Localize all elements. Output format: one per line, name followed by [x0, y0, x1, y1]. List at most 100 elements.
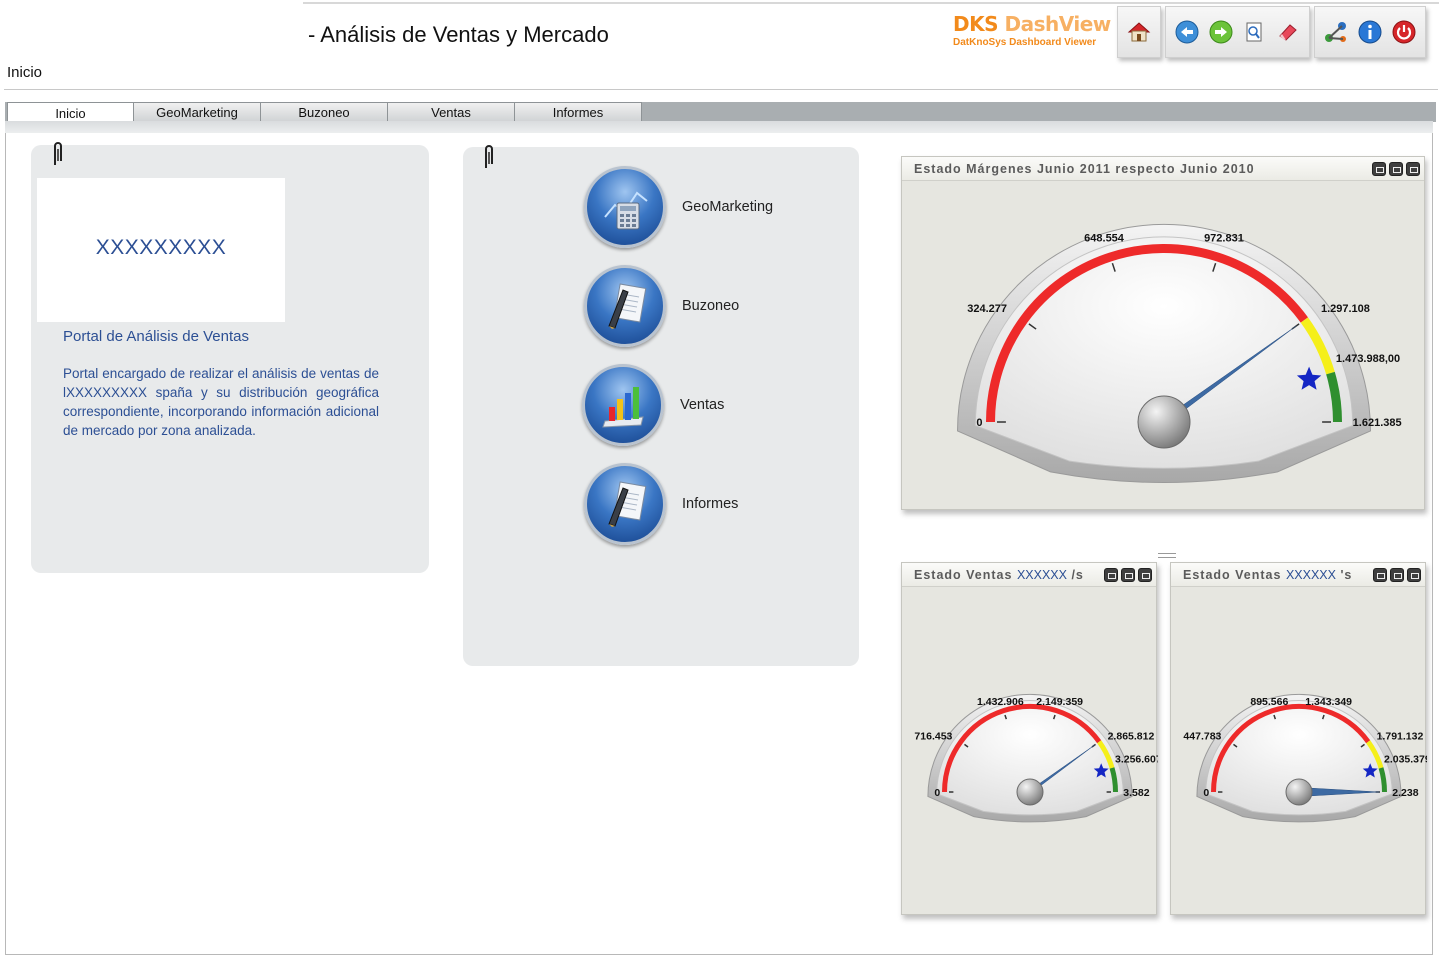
menu-label-geomarketing: GeoMarketing [682, 199, 774, 215]
panel-splitter-handle[interactable] [1158, 553, 1176, 558]
menu-item-geomarketing[interactable]: GeoMarketing [584, 166, 773, 248]
widget-maximize-button[interactable] [1407, 568, 1421, 582]
gauge-hub [1137, 395, 1191, 449]
eraser-button[interactable] [1273, 17, 1303, 47]
share-button[interactable] [1321, 17, 1351, 47]
header-divider [4, 89, 1438, 90]
gauge-hub [1285, 778, 1313, 806]
portal-title: Portal de Análisis de Ventas [63, 328, 249, 345]
calculator-chart-icon [604, 191, 648, 230]
menu-label-ventas: Ventas [680, 397, 725, 413]
ventas-orb [582, 364, 664, 446]
zoom-page-icon [1246, 22, 1262, 42]
menu-item-ventas[interactable]: Ventas [582, 364, 724, 446]
tab-geomarketing[interactable]: GeoMarketing [133, 102, 261, 122]
share-icon [1325, 22, 1346, 42]
brand-name: DKS DashView [953, 12, 1111, 36]
gauge-tick-label: 447.783 [1183, 731, 1221, 743]
bar-chart-icon [602, 387, 644, 428]
brand-logo: DKS DashView DatKnoSys Dashboard Viewer [953, 12, 1111, 48]
gauge-tick-label: 1.473.988,00 [1336, 353, 1400, 365]
widget-title-masked: XXXXXX [1016, 568, 1067, 582]
tab-ventas[interactable]: Ventas [387, 102, 515, 122]
eraser-icon [1279, 24, 1297, 41]
power-button[interactable] [1389, 17, 1419, 47]
header-top-border [303, 2, 1439, 4]
power-icon [1392, 20, 1416, 44]
widget-maximize-button[interactable] [1138, 568, 1152, 582]
gauge-tick-label: 1.621.385 [1353, 417, 1402, 429]
gauge-tick-label: 1.343.349 [1305, 696, 1352, 708]
home-button[interactable] [1124, 17, 1154, 47]
brand-name-a: DKS [953, 12, 1005, 36]
gauge-widget-margenes: Estado Márgenes Junio 2011 respecto Juni… [901, 156, 1425, 510]
back-icon [1175, 20, 1199, 44]
document-pen-icon [608, 283, 647, 329]
gauge-tick-label: 972.831 [1204, 232, 1244, 244]
gauge-chart: 0 447.783 895.566 1.343.349 1.791.132 2.035.3… [1183, 693, 1427, 823]
gauge-tick-label: 324.277 [967, 303, 1007, 315]
gauge-tick-label: 1.297.108 [1321, 303, 1370, 315]
tab-bar: Inicio GeoMarketing Buzoneo Ventas Infor… [5, 102, 1436, 123]
gauge-tick-label: 1.432.906 [977, 696, 1024, 708]
widget-refresh-button[interactable] [1104, 568, 1118, 582]
toolbar-home-group [1117, 6, 1161, 58]
widget-maximize-button[interactable] [1406, 162, 1420, 176]
brand-subtitle: DatKnoSys Dashboard Viewer [953, 37, 1097, 48]
menu-label-informes: Informes [682, 496, 739, 512]
widget-title: Estado Ventas XXXXXX /s [914, 568, 1084, 582]
toolbar-nav-group [1165, 6, 1310, 58]
widget-minimize-button[interactable] [1121, 568, 1135, 582]
tab-informes[interactable]: Informes [514, 102, 642, 122]
info-button[interactable] [1355, 17, 1385, 47]
gauge-tick-label: 2.149.359 [1036, 696, 1083, 708]
zoom-page-button[interactable] [1239, 17, 1269, 47]
gauge-tick-label: 716.453 [914, 731, 952, 743]
widget-minimize-button[interactable] [1390, 568, 1404, 582]
widget-title-text: Estado Márgenes Junio 2011 respecto Juni… [914, 162, 1255, 176]
widget-title-suffix: /s [1066, 568, 1084, 582]
informes-orb [584, 463, 666, 545]
forward-button[interactable] [1206, 17, 1236, 47]
info-icon [1358, 20, 1382, 44]
widget-header[interactable]: Estado Ventas XXXXXX 's [1171, 563, 1425, 587]
widget-title-masked: XXXXXX [1285, 568, 1336, 582]
widget-title: Estado Márgenes Junio 2011 respecto Juni… [914, 162, 1255, 176]
company-logo-box: XXXXXXXXX [37, 178, 285, 322]
toolbar-tools-group [1314, 6, 1426, 58]
gauge-tick-label: 0 [934, 787, 940, 799]
widget-controls [1372, 162, 1420, 176]
widget-header[interactable]: Estado Ventas XXXXXX /s [902, 563, 1156, 587]
widget-controls [1373, 568, 1421, 582]
forward-icon [1209, 20, 1233, 44]
tab-content-top-bevel [5, 121, 1433, 133]
brand-name-b: DashView [1004, 12, 1111, 36]
gauge-tick-label: 0 [1203, 787, 1209, 799]
widget-refresh-button[interactable] [1372, 162, 1386, 176]
tab-inicio[interactable]: Inicio [7, 102, 134, 123]
gauge-tick-label: 648.554 [1084, 232, 1125, 244]
paperclip-icon [54, 142, 62, 165]
gauge-chart: 0 716.453 1.432.906 2.149.359 2.865.812 3.256… [914, 693, 1158, 823]
widget-refresh-button[interactable] [1373, 568, 1387, 582]
gauge-tick-label: 3.256.607,0 [1115, 753, 1158, 765]
gauge-tick-label: 0 [976, 417, 982, 429]
back-button[interactable] [1172, 17, 1202, 47]
buzoneo-orb [584, 265, 666, 347]
gauge-tick-label: 3.582 [1123, 787, 1149, 799]
widget-controls [1104, 568, 1152, 582]
menu-item-informes[interactable]: Informes [584, 463, 738, 545]
tab-buzoneo[interactable]: Buzoneo [260, 102, 388, 122]
gauge-tick-label: 1.791.132 [1377, 731, 1424, 743]
gauge-tick-label: 2.865.812 [1108, 731, 1155, 743]
geomarketing-orb [584, 166, 666, 248]
widget-header[interactable]: Estado Márgenes Junio 2011 respecto Juni… [902, 157, 1424, 181]
gauge-chart: 0 324.277 648.554 972.831 1.297.108 1.473.988… [957, 224, 1402, 484]
dashboard-window: - Análisis de Ventas y Mercado DKS DashV… [0, 0, 1441, 959]
gauge-tick-label: 2.035.379,0 [1384, 753, 1427, 765]
widget-title: Estado Ventas XXXXXX 's [1183, 568, 1352, 582]
menu-item-buzoneo[interactable]: Buzoneo [584, 265, 739, 347]
widget-minimize-button[interactable] [1389, 162, 1403, 176]
breadcrumb: Inicio [7, 64, 43, 81]
gauge-widget-ventas-a: Estado Ventas XXXXXX /s 0 716.453 1.432.90… [901, 562, 1158, 915]
